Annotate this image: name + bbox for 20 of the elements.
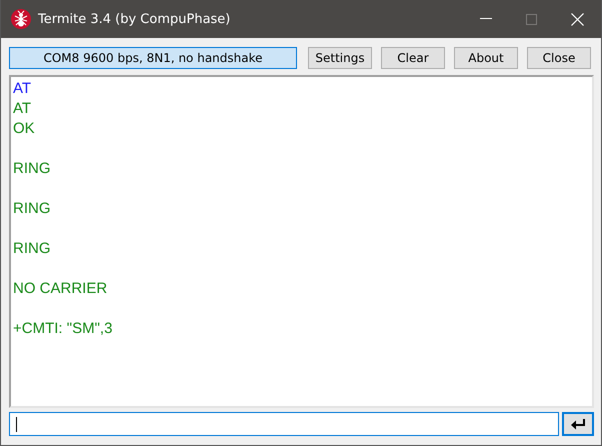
toolbar-button[interactable]: Clear — [381, 47, 445, 69]
terminal-line: RING — [13, 200, 50, 217]
close-icon[interactable] — [571, 12, 584, 26]
terminal-line: RING — [13, 240, 50, 257]
toolbar-button[interactable]: Close — [527, 47, 591, 69]
minimize-icon[interactable] — [480, 18, 492, 20]
enter-icon — [570, 418, 586, 430]
terminal-line: RING — [13, 160, 50, 177]
terminal-line: OK — [13, 120, 35, 137]
send-button[interactable] — [562, 412, 594, 436]
window-title: Termite 3.4 (by CompuPhase) — [38, 12, 230, 26]
terminal-line: +CMTI: "SM",3 — [13, 320, 112, 337]
terminal-line: NO CARRIER — [13, 280, 108, 297]
terminal-line: AT — [13, 80, 32, 97]
port-status-button[interactable]: COM8 9600 bps, 8N1, no handshake — [9, 47, 297, 69]
toolbar-button[interactable]: About — [454, 47, 518, 69]
terminal-line: AT — [13, 100, 32, 117]
ant-logo-icon — [11, 9, 31, 29]
input-field[interactable] — [9, 412, 559, 436]
toolbar-button[interactable]: Settings — [308, 47, 372, 69]
